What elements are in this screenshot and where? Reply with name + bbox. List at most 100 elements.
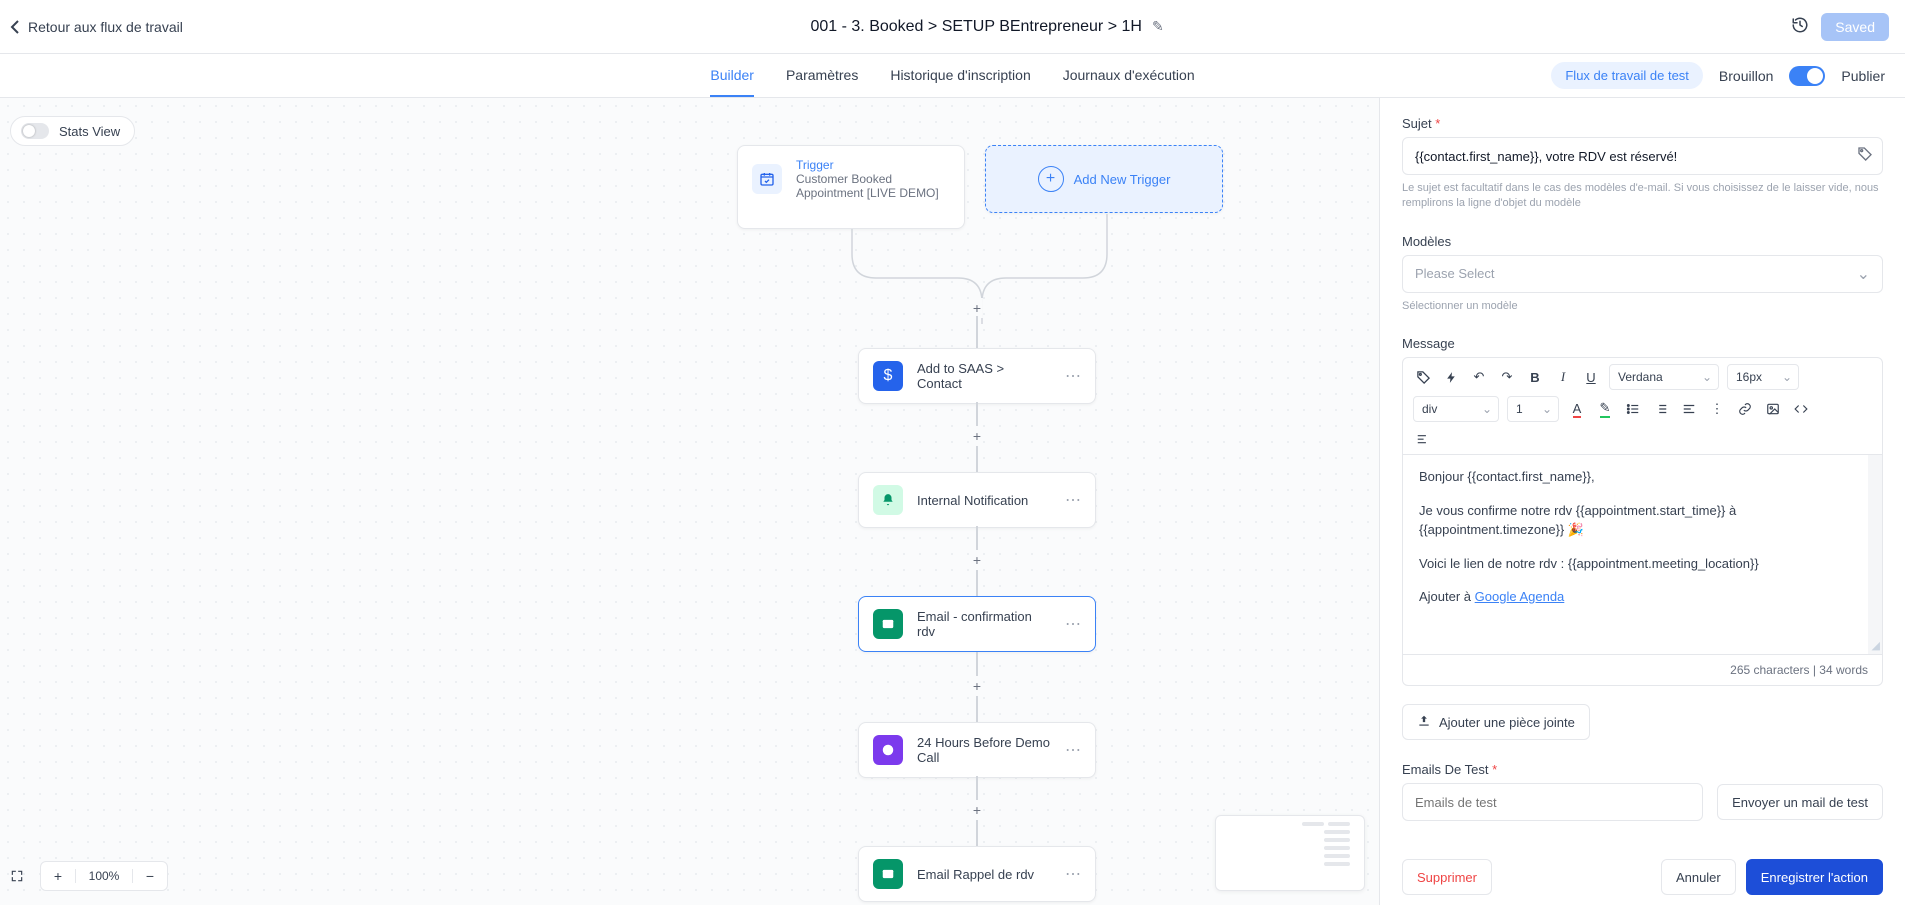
zoom-level: 100%: [75, 869, 133, 883]
agenda-link[interactable]: Google Agenda: [1475, 589, 1565, 604]
trigger-title: Trigger: [796, 158, 950, 172]
add-step-button[interactable]: +: [971, 550, 983, 570]
workflow-node-email-confirm[interactable]: Email - confirmation rdv ⋯: [858, 596, 1096, 652]
page-title: 001 - 3. Booked > SETUP BEntrepreneur > …: [810, 18, 1141, 36]
tag-icon[interactable]: [1857, 146, 1873, 166]
highlight-icon[interactable]: ✎: [1595, 399, 1615, 419]
scrollbar[interactable]: [1868, 455, 1882, 654]
clock-icon: [873, 735, 903, 765]
bold-icon[interactable]: B: [1525, 367, 1545, 387]
add-trigger-label: Add New Trigger: [1074, 172, 1171, 187]
chevron-left-icon: [10, 20, 20, 34]
templates-select[interactable]: Please Select: [1402, 255, 1883, 293]
lineheight-select[interactable]: 1⌄: [1507, 396, 1559, 422]
node-label: Email Rappel de rdv: [917, 867, 1034, 882]
draft-label: Brouillon: [1719, 68, 1773, 84]
workflow-node-internal[interactable]: Internal Notification ⋯: [858, 472, 1096, 528]
resize-handle[interactable]: ◢: [1872, 639, 1880, 652]
envelope-icon: [873, 859, 903, 889]
link-icon[interactable]: [1735, 399, 1755, 419]
italic-icon[interactable]: I: [1553, 367, 1573, 387]
undo-icon[interactable]: ↶: [1469, 367, 1489, 387]
node-label: Add to SAAS > Contact: [917, 361, 1051, 391]
trigger-subtitle: Customer Booked Appointment [LIVE DEMO]: [796, 172, 950, 200]
editor-line: Je vous confirme notre rdv {{appointment…: [1419, 501, 1866, 540]
fullscreen-button[interactable]: [6, 865, 28, 887]
add-trigger-button[interactable]: + Add New Trigger: [985, 145, 1223, 213]
clear-format-icon[interactable]: [1413, 428, 1433, 448]
bullet-list-icon[interactable]: [1623, 399, 1643, 419]
add-step-button[interactable]: +: [971, 426, 983, 446]
tag-select[interactable]: div⌄: [1413, 396, 1499, 422]
subject-label: Sujet: [1402, 116, 1432, 131]
attach-button[interactable]: Ajouter une pièce jointe: [1402, 704, 1590, 740]
editor-status: 265 characters | 34 words: [1403, 654, 1882, 685]
node-menu-button[interactable]: ⋯: [1065, 614, 1081, 634]
tab-builder[interactable]: Builder: [710, 55, 754, 97]
stats-view-toggle[interactable]: Stats View: [10, 116, 135, 146]
cancel-button[interactable]: Annuler: [1661, 859, 1736, 895]
add-step-button[interactable]: +: [971, 800, 983, 820]
bolt-icon[interactable]: [1441, 367, 1461, 387]
underline-icon[interactable]: U: [1581, 367, 1601, 387]
calendar-icon: [752, 164, 782, 194]
text-color-icon[interactable]: A: [1567, 399, 1587, 419]
node-label: Email - confirmation rdv: [917, 609, 1051, 639]
templates-label: Modèles: [1402, 234, 1883, 249]
send-test-button[interactable]: Envoyer un mail de test: [1717, 784, 1883, 820]
save-action-button[interactable]: Enregistrer l'action: [1746, 859, 1883, 895]
align-icon[interactable]: [1679, 399, 1699, 419]
editor-textarea[interactable]: Bonjour {{contact.first_name}}, Je vous …: [1403, 454, 1882, 654]
node-label: Internal Notification: [917, 493, 1028, 508]
publish-label: Publier: [1841, 68, 1885, 84]
add-step-button[interactable]: +: [971, 298, 983, 318]
envelope-icon: [873, 609, 903, 639]
back-label: Retour aux flux de travail: [28, 19, 183, 35]
tab-history[interactable]: Historique d'inscription: [890, 55, 1030, 97]
editor-line: Voici le lien de notre rdv : {{appointme…: [1419, 554, 1866, 574]
message-label: Message: [1402, 336, 1883, 351]
node-menu-button[interactable]: ⋯: [1065, 864, 1081, 884]
zoom-in-button[interactable]: +: [41, 868, 75, 884]
node-menu-button[interactable]: ⋯: [1065, 366, 1081, 386]
history-icon[interactable]: [1791, 16, 1809, 37]
toggle-icon: [21, 123, 49, 139]
zoom-controls: + 100% −: [40, 861, 168, 891]
subject-helper: Le sujet est facultatif dans le cas des …: [1402, 181, 1883, 212]
fontsize-select[interactable]: 16px⌄: [1727, 364, 1799, 390]
delete-button[interactable]: Supprimer: [1402, 859, 1492, 895]
action-panel: Sujet * Le sujet est facultatif dans le …: [1379, 98, 1905, 905]
tab-params[interactable]: Paramètres: [786, 55, 858, 97]
more-icon[interactable]: ⋮: [1707, 399, 1727, 419]
edit-icon[interactable]: ✎: [1152, 18, 1164, 35]
editor-line: Bonjour {{contact.first_name}},: [1419, 467, 1866, 487]
minimap[interactable]: [1215, 815, 1365, 891]
tab-logs[interactable]: Journaux d'exécution: [1063, 55, 1195, 97]
node-menu-button[interactable]: ⋯: [1065, 490, 1081, 510]
add-step-button[interactable]: +: [971, 676, 983, 696]
redo-icon[interactable]: ↷: [1497, 367, 1517, 387]
templates-helper: Sélectionner un modèle: [1402, 299, 1883, 314]
trigger-node[interactable]: Trigger Customer Booked Appointment [LIV…: [737, 145, 965, 229]
connector-line: [976, 316, 978, 348]
workflow-node-24h[interactable]: 24 Hours Before Demo Call ⋯: [858, 722, 1096, 778]
node-menu-button[interactable]: ⋯: [1065, 740, 1081, 760]
zoom-out-button[interactable]: −: [133, 868, 167, 884]
workflow-node-email-rappel[interactable]: Email Rappel de rdv ⋯: [858, 846, 1096, 902]
test-emails-label: Emails De Test: [1402, 762, 1488, 777]
plus-icon: +: [1038, 166, 1064, 192]
test-emails-input[interactable]: [1402, 783, 1703, 821]
code-icon[interactable]: [1791, 399, 1811, 419]
subject-input[interactable]: [1402, 137, 1883, 175]
upload-icon: [1417, 714, 1431, 731]
workflow-node-saas[interactable]: $ Add to SAAS > Contact ⋯: [858, 348, 1096, 404]
publish-toggle[interactable]: [1789, 66, 1825, 86]
tag-icon[interactable]: [1413, 367, 1433, 387]
test-workflow-button[interactable]: Flux de travail de test: [1551, 62, 1703, 89]
saved-badge: Saved: [1821, 13, 1889, 41]
back-button[interactable]: Retour aux flux de travail: [10, 19, 183, 35]
image-icon[interactable]: [1763, 399, 1783, 419]
numbered-list-icon[interactable]: [1651, 399, 1671, 419]
font-select[interactable]: Verdana⌄: [1609, 364, 1719, 390]
stats-view-label: Stats View: [59, 124, 120, 139]
